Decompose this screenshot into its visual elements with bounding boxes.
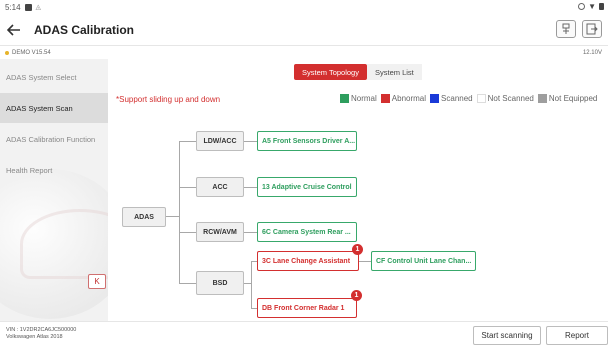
- node-label: 3C Lane Change Assistant: [262, 257, 351, 265]
- collapse-icon: K: [94, 277, 100, 286]
- start-scanning-button[interactable]: Start scanning: [473, 326, 541, 345]
- connector-line: [179, 232, 196, 233]
- node-label: 13 Adaptive Cruise Control: [262, 183, 352, 191]
- group-node-ldw-acc[interactable]: LDW/ACC: [196, 131, 244, 151]
- status-time: 5:14: [5, 2, 21, 12]
- support-hint: *Support sliding up and down: [116, 95, 221, 104]
- back-arrow-icon[interactable]: [6, 22, 22, 38]
- button-label: Start scanning: [481, 331, 533, 340]
- group-node-rcw-avm[interactable]: RCW/AVM: [196, 222, 244, 242]
- module-node-front-sensors[interactable]: A5 Front Sensors Driver A...: [257, 131, 357, 151]
- page-title: ADAS Calibration: [34, 22, 135, 37]
- exit-icon: [586, 23, 598, 35]
- sidebar-item-health-report[interactable]: Health Report: [0, 155, 108, 185]
- version-row: DEMO V15.54 12.10V: [0, 47, 608, 59]
- group-node-bsd[interactable]: BSD: [196, 271, 244, 295]
- scanned-swatch-icon: [430, 94, 440, 103]
- legend-label: Normal: [351, 94, 377, 103]
- report-button[interactable]: Report: [546, 326, 608, 345]
- legend-scanned: Scanned: [430, 94, 473, 103]
- not-scanned-swatch-icon: [476, 94, 486, 103]
- module-node-front-corner-radar[interactable]: DB Front Corner Radar 1: [257, 298, 357, 318]
- module-node-camera-rear[interactable]: 6C Camera System Rear ...: [257, 222, 357, 242]
- vci-icon: [562, 23, 570, 34]
- connector-line: [244, 232, 257, 233]
- notification-icon: [24, 3, 32, 11]
- collapse-sidebar-button[interactable]: K: [88, 274, 106, 289]
- connector-line: [244, 187, 257, 188]
- fault-count-badge: 1: [351, 290, 362, 301]
- sidebar-item-label: Health Report: [6, 165, 53, 175]
- bottom-bar: VIN : 1V2DR2CA6JC500000 Volkswagen Atlas…: [0, 321, 608, 346]
- node-label: LDW/ACC: [203, 137, 237, 145]
- module-node-lane-change-control-unit[interactable]: CF Control Unit Lane Chan...: [371, 251, 476, 271]
- fault-count-badge: 1: [352, 244, 363, 255]
- module-node-lane-change-assistant[interactable]: 3C Lane Change Assistant: [257, 251, 359, 271]
- legend-label: Abnormal: [391, 94, 427, 103]
- sidebar-item-label: ADAS Calibration Function: [6, 134, 96, 144]
- status-dot-icon: [5, 51, 9, 55]
- legend-label: Not Equipped: [548, 94, 598, 103]
- not-equipped-swatch-icon: [537, 94, 547, 103]
- app-window: 5:14 ◬ ▼ ADAS Calibration DEMO V15.54 12…: [0, 0, 608, 346]
- node-label: ADAS: [134, 213, 154, 221]
- connector-line: [179, 141, 180, 283]
- voltage-readout: 12.10V: [582, 50, 602, 56]
- connector-line: [359, 261, 371, 262]
- node-label: 6C Camera System Rear ...: [262, 228, 351, 236]
- vin-text: VIN : 1V2DR2CA6JC500000: [6, 327, 77, 333]
- button-label: Report: [564, 331, 589, 340]
- node-label: BSD: [212, 279, 228, 287]
- sidebar-item-system-scan[interactable]: ADAS System Scan: [0, 93, 108, 123]
- group-node-acc[interactable]: ACC: [196, 177, 244, 197]
- view-toggle: System Topology System List: [294, 64, 422, 80]
- legend-label: Scanned: [441, 94, 473, 103]
- connector-line: [251, 261, 252, 309]
- location-icon: [578, 3, 586, 10]
- topology-root-node[interactable]: ADAS: [122, 207, 166, 227]
- status-legend: Normal Abnormal Scanned Not Scanned Not …: [340, 94, 601, 103]
- connector-line: [244, 283, 251, 284]
- tab-label: System List: [374, 67, 414, 77]
- main-panel: System Topology System List *Support sli…: [108, 59, 608, 321]
- exit-button[interactable]: [582, 20, 602, 38]
- sidebar-item-calibration-function[interactable]: ADAS Calibration Function: [0, 124, 108, 154]
- vehicle-model-text: Volkswagen Atlas 2018: [6, 334, 63, 340]
- legend-not-equipped: Not Equipped: [537, 94, 598, 103]
- legend-not-scanned: Not Scanned: [476, 94, 534, 103]
- topology-diagram: ADAS LDW/ACC ACC RCW/AVM BSD A5 Front Se…: [108, 109, 608, 321]
- sidebar-item-system-select[interactable]: ADAS System Select: [0, 62, 108, 92]
- node-label: DB Front Corner Radar 1: [262, 304, 345, 312]
- tab-system-topology[interactable]: System Topology: [294, 64, 367, 80]
- sidebar: ADAS System Select ADAS System Scan ADAS…: [0, 59, 108, 321]
- connector-line: [179, 187, 196, 188]
- connector-line: [244, 141, 257, 142]
- abnormal-swatch-icon: [380, 94, 390, 103]
- legend-label: Not Scanned: [487, 94, 534, 103]
- battery-icon: [599, 3, 604, 10]
- sidebar-item-label: ADAS System Select: [6, 72, 77, 82]
- node-label: A5 Front Sensors Driver A...: [262, 137, 356, 145]
- node-label: RCW/AVM: [203, 228, 237, 236]
- legend-normal: Normal: [340, 94, 377, 103]
- vehicle-info: VIN : 1V2DR2CA6JC500000 Volkswagen Atlas…: [6, 327, 76, 341]
- node-label: ACC: [212, 183, 228, 191]
- sidebar-item-label: ADAS System Scan: [6, 103, 73, 113]
- wifi-icon: ▼: [588, 2, 596, 11]
- normal-swatch-icon: [340, 94, 349, 103]
- android-icon: ◬: [35, 4, 41, 11]
- module-node-adaptive-cruise[interactable]: 13 Adaptive Cruise Control: [257, 177, 357, 197]
- status-bar: 5:14 ◬ ▼: [0, 0, 608, 14]
- connector-line: [179, 283, 196, 284]
- tab-system-list[interactable]: System List: [366, 64, 422, 80]
- version-text: DEMO V15.54: [12, 50, 51, 56]
- connector-line: [166, 216, 179, 217]
- legend-abnormal: Abnormal: [380, 94, 427, 103]
- node-label: CF Control Unit Lane Chan...: [376, 257, 472, 265]
- title-bar: ADAS Calibration: [0, 14, 608, 46]
- vci-connect-button[interactable]: [556, 20, 576, 38]
- connector-line: [179, 141, 196, 142]
- tab-label: System Topology: [302, 67, 359, 77]
